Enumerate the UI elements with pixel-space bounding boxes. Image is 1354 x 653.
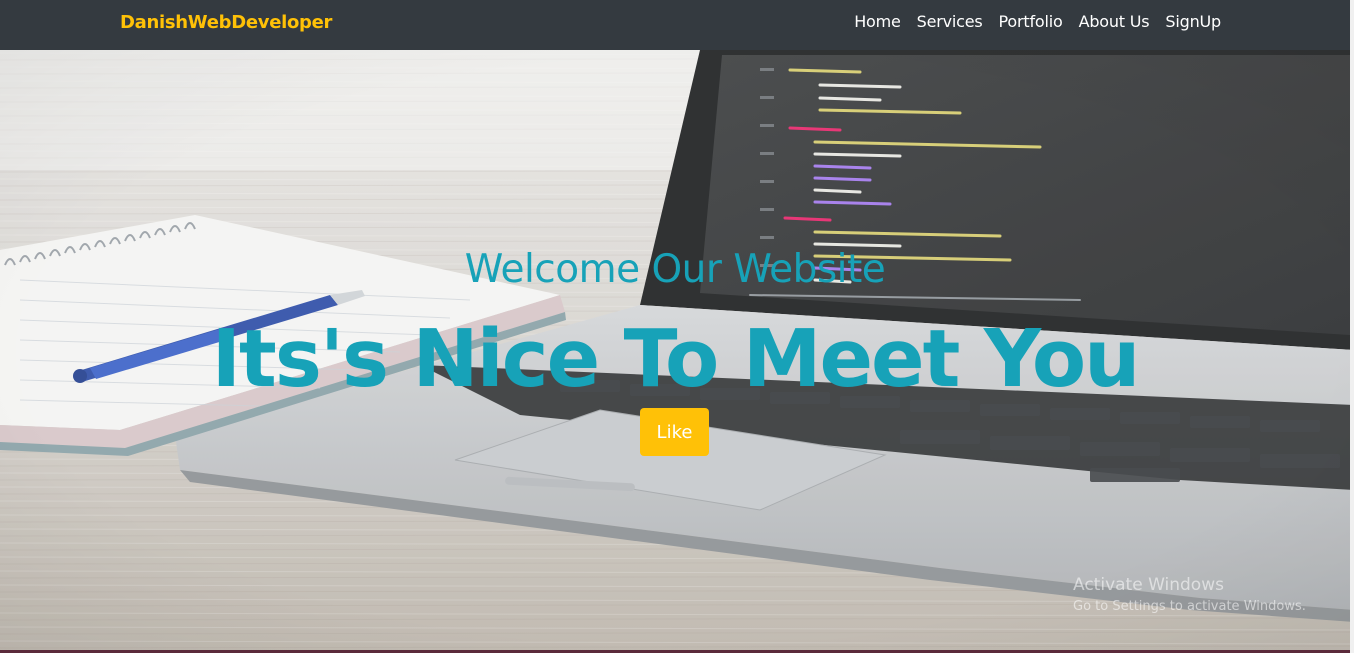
- windows-activation-watermark: Activate Windows Go to Settings to activ…: [1073, 575, 1306, 614]
- welcome-subtitle: Welcome Our Website: [464, 247, 886, 292]
- page-scrollbar[interactable]: [1350, 0, 1354, 653]
- page: DanishWebDeveloper Home Services Portfol…: [0, 0, 1354, 653]
- nav-link-portfolio[interactable]: Portfolio: [999, 12, 1063, 31]
- nav-link-signup[interactable]: SignUp: [1165, 12, 1221, 31]
- nav-link-about-us[interactable]: About Us: [1079, 12, 1150, 31]
- watermark-title: Activate Windows: [1073, 575, 1224, 595]
- hero-headline: Its's Nice To Meet You: [211, 313, 1141, 405]
- top-navbar: DanishWebDeveloper Home Services Portfol…: [0, 0, 1354, 50]
- like-button[interactable]: Like: [640, 408, 709, 456]
- brand-logo[interactable]: DanishWebDeveloper: [120, 12, 332, 33]
- watermark-subtitle: Go to Settings to activate Windows.: [1073, 599, 1306, 614]
- nav-link-services[interactable]: Services: [917, 12, 983, 31]
- nav-links: Home Services Portfolio About Us SignUp: [854, 12, 1221, 31]
- nav-link-home[interactable]: Home: [854, 12, 901, 31]
